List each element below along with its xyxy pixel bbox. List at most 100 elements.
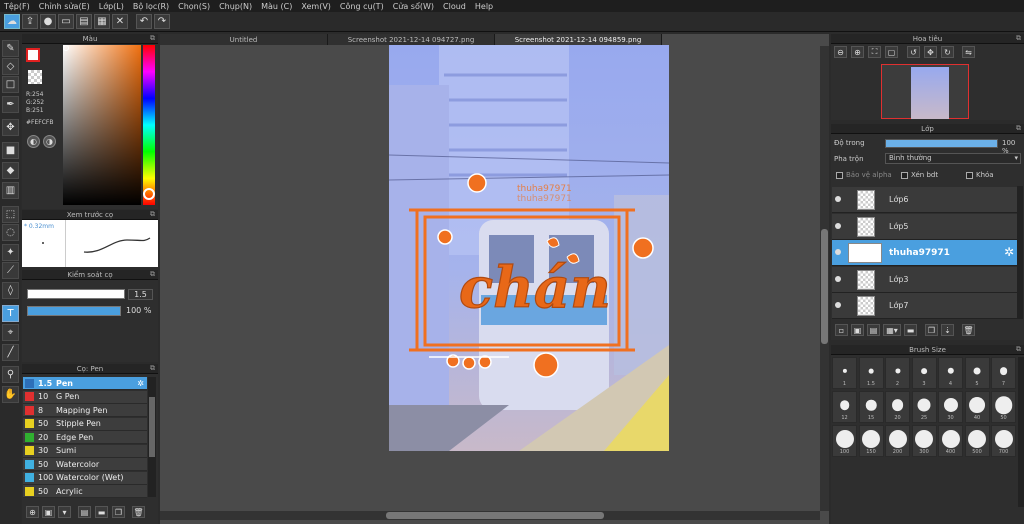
menu-select[interactable]: Chọn(S) <box>178 2 210 11</box>
panel-pin-icon[interactable]: ⧉ <box>150 364 155 373</box>
menu-view[interactable]: Xem(V) <box>301 2 331 11</box>
lock-checkbox[interactable] <box>966 172 973 179</box>
undo-icon[interactable]: ↶ <box>136 14 152 29</box>
brush-size-cell[interactable]: 2 <box>885 357 910 389</box>
new-layer-icon[interactable]: ▫ <box>835 324 848 336</box>
brush-delete-icon[interactable]: 🗑 <box>132 506 145 518</box>
layer-folder-icon[interactable]: ▬ <box>904 324 917 336</box>
brush-item[interactable]: 1.5 Pen ✲ <box>23 377 147 390</box>
close-doc-icon[interactable]: ✕ <box>112 14 128 29</box>
rotate-right-icon[interactable]: ↻ <box>941 46 954 58</box>
panel-pin-icon[interactable]: ⧉ <box>150 34 155 43</box>
rect-tool-icon[interactable]: ■ <box>2 142 19 159</box>
hue-slider[interactable] <box>143 45 155 205</box>
divide-tool-icon[interactable]: ╱ <box>2 344 19 361</box>
brush-size-cell[interactable]: 4 <box>938 357 963 389</box>
export-icon[interactable]: ⇪ <box>22 14 38 29</box>
brush-size-cell[interactable]: 3 <box>911 357 937 389</box>
brush-size-cell[interactable]: 200 <box>885 425 910 457</box>
layer-item[interactable]: Lớp6 <box>832 187 1017 213</box>
flip-icon[interactable]: ⇋ <box>962 46 975 58</box>
layer-item[interactable]: Lớp3 <box>832 266 1017 293</box>
brush-size-cell[interactable]: 5 <box>964 357 990 389</box>
layer-list-scrollbar[interactable] <box>1017 186 1023 319</box>
menu-filter[interactable]: Bộ lọc(R) <box>133 2 169 11</box>
brush-item[interactable]: 10 G Pen <box>23 390 147 404</box>
menu-window[interactable]: Cửa sổ(W) <box>393 2 434 11</box>
hand-tool-icon[interactable]: ✋ <box>2 386 19 403</box>
brush-size-cell[interactable]: 1 <box>832 357 857 389</box>
visibility-toggle-icon[interactable] <box>835 222 841 229</box>
zoom-in-icon[interactable]: ⊕ <box>851 46 864 58</box>
brush-size-cell[interactable]: 7 <box>991 357 1016 389</box>
brush-size-cell[interactable]: 25 <box>911 391 937 423</box>
brush-size-slider[interactable] <box>27 289 125 299</box>
panel-pin-icon[interactable]: ⧉ <box>150 270 155 279</box>
layer-item[interactable]: Lớp5 <box>832 213 1017 240</box>
eraser-tool-icon[interactable]: ◇ <box>2 58 19 75</box>
layer-opacity-slider[interactable] <box>885 139 998 148</box>
brush-size-cell[interactable]: 700 <box>991 425 1016 457</box>
brush-item[interactable]: 50 Acrylic <box>23 485 147 498</box>
select-pen-icon[interactable]: ⟋ <box>2 262 19 279</box>
delete-layer-icon[interactable]: 🗑 <box>962 324 975 336</box>
speech-bubble-icon[interactable]: ● <box>40 14 56 29</box>
visibility-toggle-icon[interactable] <box>835 249 841 255</box>
text-tool-icon[interactable]: T <box>2 305 19 322</box>
menu-cloud[interactable]: Cloud <box>443 2 466 11</box>
tab-screenshot-094727[interactable]: Screenshot 2021-12-14 094727.png <box>328 34 495 45</box>
menu-help[interactable]: Help <box>475 2 493 11</box>
eyedropper-icon[interactable]: ⚲ <box>2 366 19 383</box>
magic-wand-icon[interactable]: ✦ <box>2 244 19 261</box>
brush-folder-icon[interactable]: ▬ <box>95 506 108 518</box>
comment-icon[interactable]: ▭ <box>58 14 74 29</box>
gradient-tool-icon[interactable]: ▥ <box>2 182 19 199</box>
visibility-toggle-icon[interactable] <box>835 302 841 308</box>
new-layer-1bit-icon[interactable]: ▤ <box>867 324 880 336</box>
menu-edit[interactable]: Chỉnh sửa(E) <box>39 2 90 11</box>
visibility-toggle-icon[interactable] <box>835 196 841 202</box>
transparent-color-swatch[interactable] <box>28 70 42 84</box>
menu-capture[interactable]: Chụp(N) <box>219 2 252 11</box>
brush-menu-icon[interactable]: ▾ <box>58 506 71 518</box>
tab-untitled[interactable]: Untitled <box>160 34 328 45</box>
menu-tools[interactable]: Công cụ(T) <box>340 2 384 11</box>
palette-icon[interactable]: ◐ <box>27 135 40 148</box>
brush-size-cell[interactable]: 15 <box>858 391 884 423</box>
reset-rotation-icon[interactable]: ✥ <box>924 46 937 58</box>
brush-list-scroll-thumb[interactable] <box>149 397 155 457</box>
foreground-color-swatch[interactable] <box>26 48 40 62</box>
layer-item[interactable]: thuha97971 ✲ <box>832 240 1017 266</box>
brush-item[interactable]: 8 Mapping Pen <box>23 404 147 417</box>
rotate-left-icon[interactable]: ↺ <box>907 46 920 58</box>
canvas-v-scroll-thumb[interactable] <box>821 229 828 344</box>
brush-size-cell[interactable]: 500 <box>964 425 990 457</box>
new-layer-8bit-icon[interactable]: ▣ <box>851 324 864 336</box>
artwork-canvas[interactable]: chán thuha97971 thuha97971 <box>389 45 669 451</box>
fit-screen-icon[interactable]: ⛶ <box>868 46 881 58</box>
shape-tool-icon[interactable]: □ <box>2 76 19 93</box>
canvas-h-scroll-thumb[interactable] <box>386 512 604 519</box>
brush-size-cell[interactable]: 150 <box>858 425 884 457</box>
zoom-out-icon[interactable]: ⊖ <box>834 46 847 58</box>
brush-size-value[interactable]: 1.5 <box>128 289 153 300</box>
page-icon[interactable]: ▤ <box>76 14 92 29</box>
brush-item[interactable]: 50 Watercolor <box>23 458 147 471</box>
fill-tool-icon[interactable]: ◆ <box>2 162 19 179</box>
brush-size-cell[interactable]: 400 <box>938 425 963 457</box>
visibility-toggle-icon[interactable] <box>835 275 841 282</box>
brush-item[interactable]: 100 Watercolor (Wet) <box>23 471 147 485</box>
blend-mode-select[interactable]: Bình thường ▾ <box>885 153 1021 164</box>
brush-copy-icon[interactable]: ❐ <box>112 506 125 518</box>
grid-icon[interactable]: ▦ <box>94 14 110 29</box>
hue-slider-thumb[interactable] <box>143 188 155 200</box>
panel-pin-icon[interactable]: ⧉ <box>1016 345 1021 354</box>
brush-size-cell[interactable]: 20 <box>885 391 910 423</box>
clipping-checkbox[interactable] <box>901 172 908 179</box>
merge-layer-icon[interactable]: ⇣ <box>941 324 954 336</box>
brush-size-cell[interactable]: 50 <box>991 391 1016 423</box>
brush-size-cell[interactable]: 1.5 <box>858 357 884 389</box>
brush-opacity-slider[interactable] <box>27 306 121 316</box>
color-picker-cursor[interactable] <box>63 45 69 51</box>
select-eraser-icon[interactable]: ◊ <box>2 282 19 299</box>
